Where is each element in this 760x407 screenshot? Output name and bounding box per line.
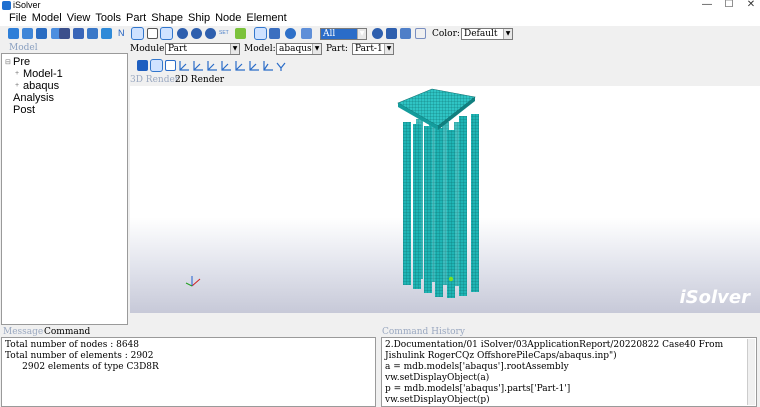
wireframe-view-icon[interactable] <box>87 28 98 39</box>
view-direction-icons <box>179 61 286 71</box>
zoom-fit-icon[interactable] <box>165 60 176 71</box>
open-folder-icon[interactable] <box>22 28 33 39</box>
axis-icon[interactable] <box>147 28 158 39</box>
rotate-icon[interactable] <box>150 59 163 72</box>
menu-shape[interactable]: Shape <box>151 11 183 26</box>
part-label: Part: <box>326 44 348 54</box>
message-line: 2902 elements of type C3D8R <box>5 362 159 372</box>
close-button[interactable]: ✕ <box>744 0 758 11</box>
history-line: a = mdb.models['abaqus'].rootAssembly <box>385 362 569 372</box>
history-line: vw.setDisplayObject(a) <box>385 373 490 383</box>
new-file-icon[interactable] <box>8 28 19 39</box>
model-select[interactable]: abaqus ▼ <box>276 43 322 55</box>
chevron-down-icon: ▼ <box>230 44 239 54</box>
tab-message[interactable]: Message <box>3 327 43 337</box>
3d-viewport[interactable]: iSolver <box>130 86 760 313</box>
table-icon[interactable] <box>254 27 267 40</box>
module-select-value: Part <box>168 44 187 54</box>
show-part-icon[interactable] <box>386 28 397 39</box>
tab-3d-render[interactable]: 3D Render <box>130 75 179 85</box>
app-logo-icon <box>2 1 11 10</box>
hidden-line-icon[interactable] <box>101 28 112 39</box>
tab-command[interactable]: Command <box>44 327 90 337</box>
history-line: Jishulink RogerCQz OffshorePileCaps/abaq… <box>385 351 617 361</box>
layers-icon[interactable] <box>269 28 280 39</box>
mesh-icon[interactable] <box>301 28 312 39</box>
watermark-logo: iSolver <box>679 287 751 308</box>
menu-bar: File Model View Tools Part Shape Ship No… <box>0 11 760 26</box>
message-console: Total number of nodes : 8648 Total numbe… <box>1 337 376 407</box>
pile-columns <box>403 114 479 298</box>
model-tree: ⊟ Pre + Model-1 + abaqus Analysis Post <box>1 53 128 325</box>
chevron-down-icon: ▼ <box>384 44 393 54</box>
chevron-down-icon: ▼ <box>312 44 321 54</box>
part-select[interactable]: Part-1 ▼ <box>352 43 394 55</box>
surface-icon[interactable] <box>285 28 296 39</box>
tree-item-pre[interactable]: Pre <box>13 56 30 68</box>
show-mesh-icon[interactable] <box>400 28 411 39</box>
selected-node-marker <box>448 276 454 282</box>
chevron-down-icon: ▼ <box>503 29 512 39</box>
main-toolbar: N SET All ▼ Color: Default ▼ <box>0 26 760 43</box>
tree-item-analysis[interactable]: Analysis <box>13 92 54 104</box>
display-select-value: All <box>323 29 336 39</box>
app-window: iSolver — ☐ ✕ File Model View Tools Part… <box>0 0 760 407</box>
sphere-icon[interactable] <box>177 28 188 39</box>
tab-2d-render[interactable]: 2D Render <box>175 75 224 85</box>
model-panel-title: Model <box>9 43 38 53</box>
expand-icon[interactable]: + <box>15 82 19 89</box>
load-icon[interactable] <box>235 28 246 39</box>
model-select-value: abaqus <box>279 44 312 54</box>
menu-element[interactable]: Element <box>246 11 286 26</box>
show-all-icon[interactable] <box>372 28 383 39</box>
set-icon[interactable]: SET <box>219 28 230 39</box>
menu-ship[interactable]: Ship <box>188 11 210 26</box>
menu-view[interactable]: View <box>67 11 91 26</box>
minimize-button[interactable]: — <box>700 0 714 11</box>
save-icon[interactable] <box>36 28 47 39</box>
module-select[interactable]: Part ▼ <box>165 43 240 55</box>
list-icon[interactable] <box>415 28 426 39</box>
history-line: p = mdb.models['abaqus'].parts['Part-1'] <box>385 384 571 394</box>
expand-icon[interactable]: + <box>15 70 19 77</box>
command-history-title: Command History <box>382 327 465 337</box>
node-label-icon[interactable]: N <box>118 28 129 39</box>
module-label: Module: <box>130 44 168 54</box>
model-label: Model: <box>244 44 276 54</box>
collapse-icon[interactable]: ⊟ <box>5 58 11 66</box>
command-history-console: 2.Documentation/01 iSolver/03Application… <box>381 337 757 407</box>
menu-node[interactable]: Node <box>215 11 241 26</box>
tree-item-abaqus[interactable]: abaqus <box>23 80 59 92</box>
point-icon[interactable] <box>205 28 216 39</box>
history-line: 2.Documentation/01 iSolver/03Application… <box>385 340 724 350</box>
maximize-button[interactable]: ☐ <box>722 0 736 11</box>
solid-view-icon[interactable] <box>59 28 70 39</box>
title-bar: iSolver — ☐ ✕ <box>0 0 760 11</box>
pile-cap-model <box>185 88 479 298</box>
color-select[interactable]: Default ▼ <box>461 28 513 40</box>
color-label: Color: <box>432 29 460 39</box>
menu-model[interactable]: Model <box>32 11 62 26</box>
color-select-value: Default <box>464 29 498 39</box>
history-scrollbar[interactable] <box>747 339 755 405</box>
message-line: Total number of nodes : 8648 <box>5 340 140 350</box>
ellipsoid-icon[interactable] <box>191 28 202 39</box>
menu-tools[interactable]: Tools <box>95 11 121 26</box>
part-select-value: Part-1 <box>355 44 383 54</box>
tree-item-post[interactable]: Post <box>13 104 35 116</box>
pan-hand-icon[interactable] <box>137 60 148 71</box>
axis-triad-icon <box>185 276 201 287</box>
window-title: iSolver <box>13 0 41 10</box>
menu-file[interactable]: File <box>9 11 27 26</box>
menu-part[interactable]: Part <box>126 11 146 26</box>
history-line: vw.setDisplayObject(p) <box>385 395 490 405</box>
tree-item-model-1[interactable]: Model-1 <box>23 68 63 80</box>
display-select[interactable]: All ▼ <box>320 28 367 40</box>
box-select-icon[interactable] <box>131 27 144 40</box>
shaded-view-icon[interactable] <box>73 28 84 39</box>
message-line: Total number of elements : 2902 <box>5 351 154 361</box>
pick-down-icon[interactable] <box>160 27 173 40</box>
chevron-down-icon: ▼ <box>357 29 366 39</box>
